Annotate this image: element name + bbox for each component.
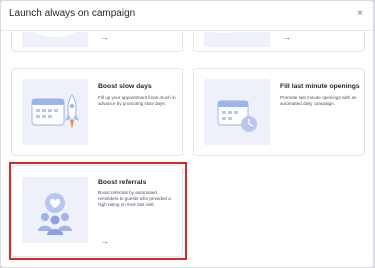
campaign-modal: Launch always on campaign × → → Boost sl… [1, 1, 373, 267]
card-title: Boost slow days [98, 83, 152, 90]
campaign-card-fill-last-minute[interactable]: Fill last minute openings Promote last m… [193, 68, 365, 156]
modal-body: → → Boost slow days Fill up your appoint… [1, 32, 373, 267]
selection-highlight [9, 162, 187, 260]
campaign-card-top-right[interactable]: → [193, 32, 365, 52]
campaign-card-top-left[interactable]: → [11, 32, 183, 52]
calendar-clock-icon [217, 100, 257, 132]
calendar-rocket-icon [31, 94, 79, 129]
card-title: Fill last minute openings [280, 83, 360, 90]
arrow-icon[interactable]: → [282, 32, 291, 42]
close-icon[interactable]: × [357, 8, 363, 19]
modal-header: Launch always on campaign × [1, 1, 373, 31]
illustration [22, 79, 88, 145]
card-description: Promote last minute openings with an aut… [280, 95, 357, 107]
card-description: Fill up your appointment book much in ad… [98, 95, 176, 107]
illustration-icon [204, 32, 270, 47]
illustration [204, 79, 270, 145]
arrow-icon[interactable]: → [100, 32, 109, 42]
modal-title: Launch always on campaign [9, 8, 136, 19]
illustration-icon [22, 32, 88, 47]
campaign-card-boost-slow-days[interactable]: Boost slow days Fill up your appointment… [11, 68, 183, 156]
